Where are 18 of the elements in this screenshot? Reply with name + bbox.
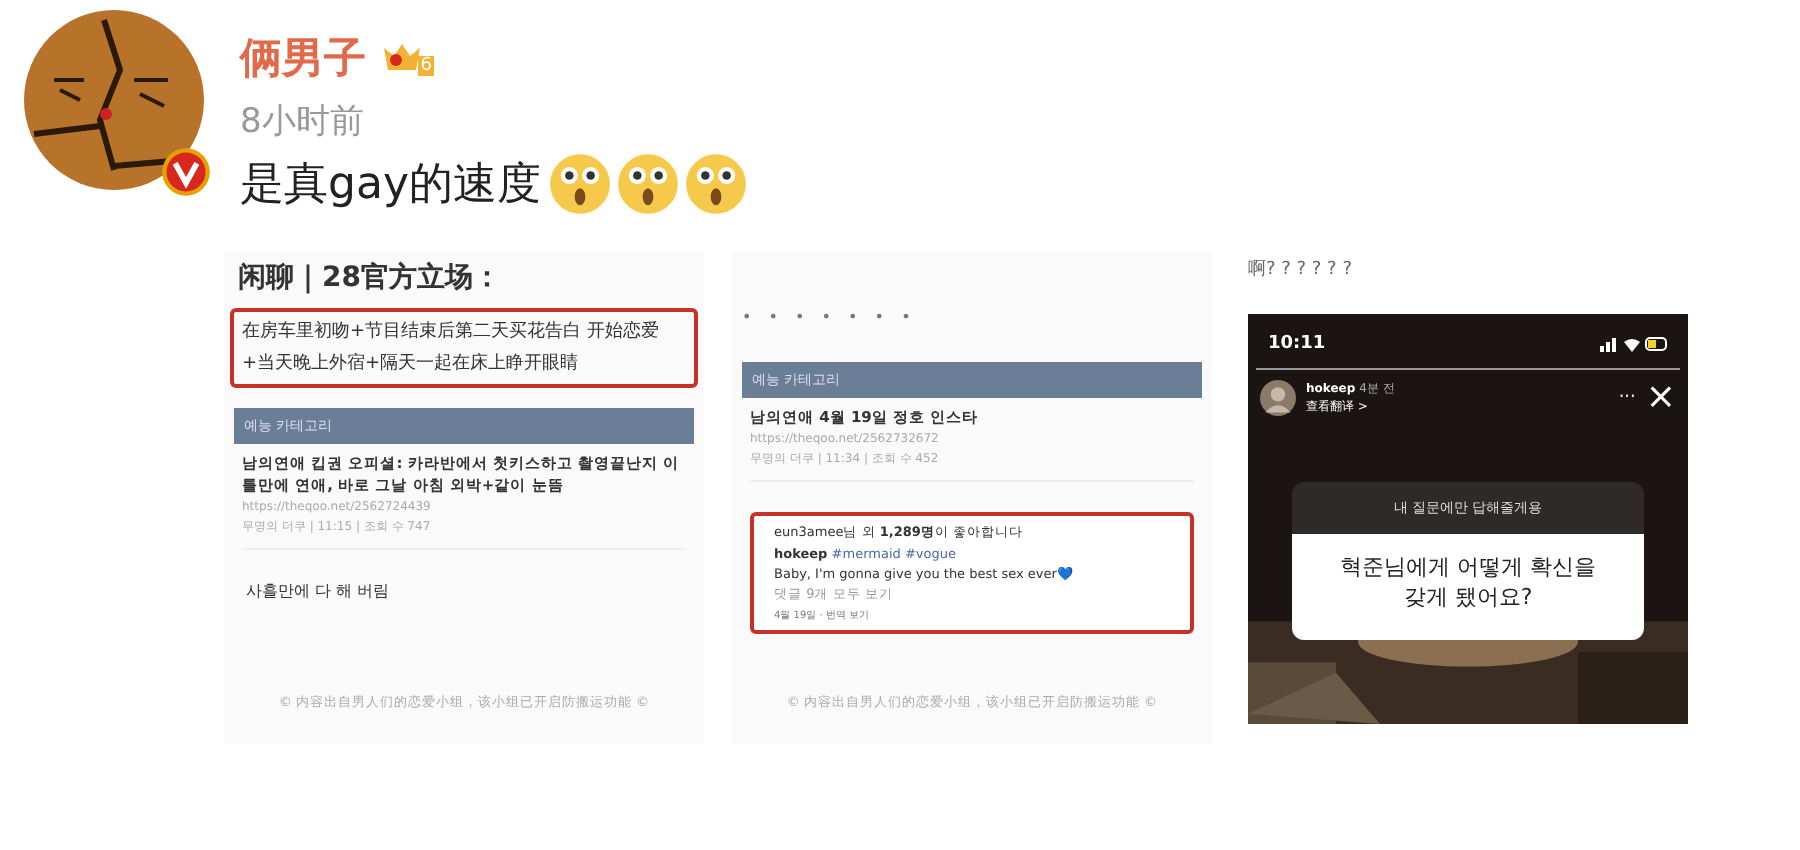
close-button[interactable]: × <box>1645 380 1676 416</box>
surprised-emoji-icon <box>684 152 749 216</box>
more-button[interactable]: ··· <box>1618 388 1636 408</box>
post-time: 8小时前 <box>240 100 366 144</box>
highlighted-text: 在房车里初吻+节目结束后第二天买花告白 开始恋爱+当天晚上外宿+隔天一起在床上睁开眼睛 <box>230 308 698 388</box>
question-text: 혁준님에게 어떻게 확신을 갖게 됐어요? <box>1292 534 1644 640</box>
comment-text: 사흘만에 다 해 버림 <box>246 580 392 602</box>
forum-screenshot[interactable] <box>224 252 704 744</box>
dots: • • • • • • • <box>742 308 919 326</box>
surprised-emoji-icon <box>616 152 681 216</box>
avatar-icon <box>1260 380 1296 416</box>
image-caption: 啊? ? ? ? ? ? <box>1248 258 1354 282</box>
surprised-emoji-icon <box>548 152 613 216</box>
forum-title: 闲聊｜28官方立场： <box>238 260 503 296</box>
status-icons <box>1600 336 1668 352</box>
status-time: 10:11 <box>1268 334 1326 354</box>
post-text: 是真gay的速度 <box>240 158 541 214</box>
forum-screenshot[interactable] <box>732 252 1212 744</box>
